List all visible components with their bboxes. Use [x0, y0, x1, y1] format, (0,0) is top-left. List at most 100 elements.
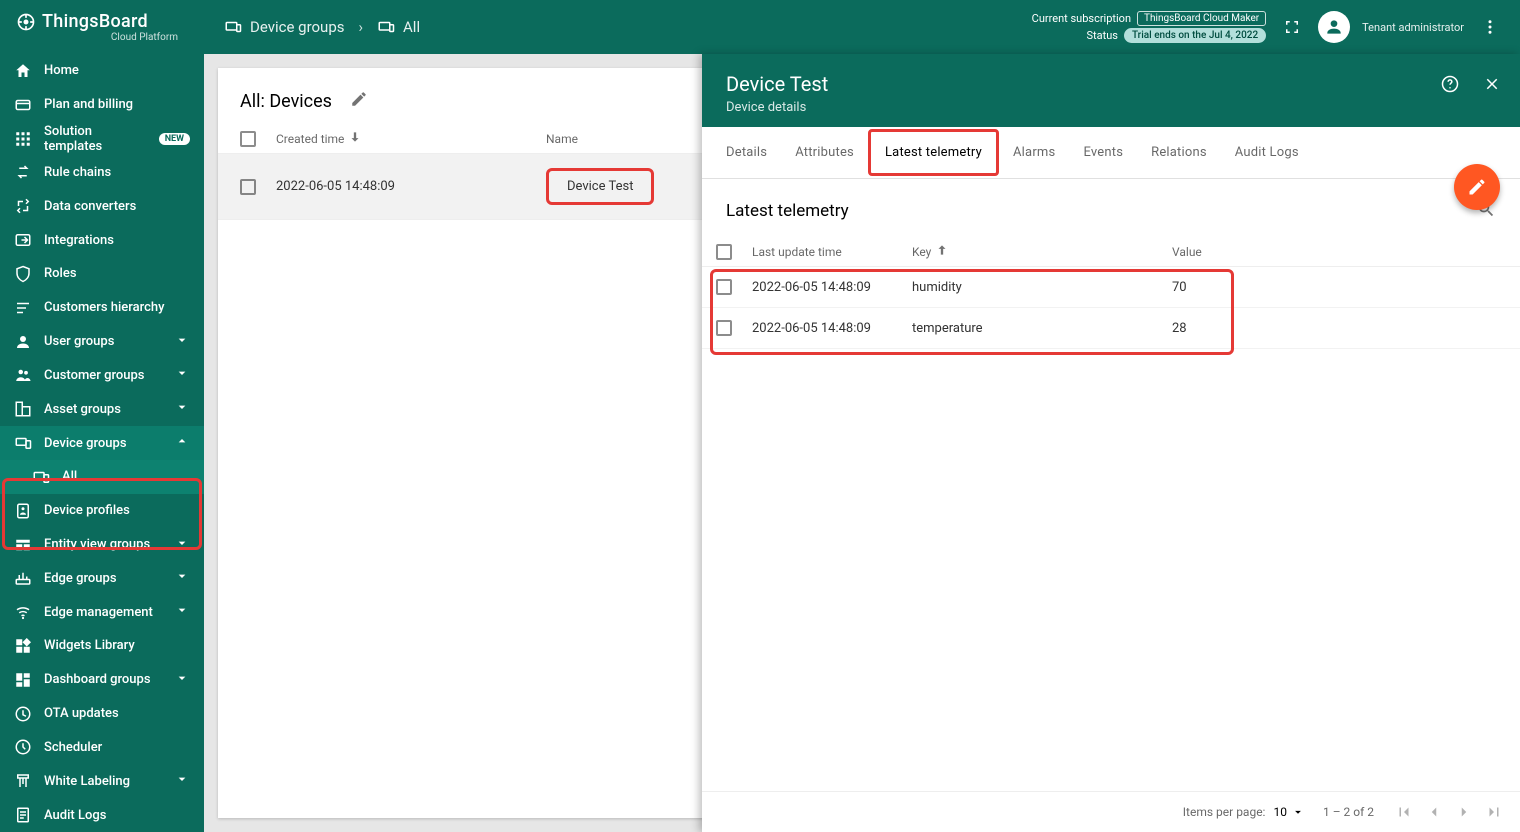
device-detail-panel: Device Test Device details DetailsAttrib… [702, 54, 1520, 832]
sidebar-item-audit-logs[interactable]: Audit Logs [0, 798, 204, 832]
devices-icon [32, 468, 50, 486]
avatar[interactable] [1318, 11, 1350, 43]
view-icon [14, 536, 32, 554]
tab-events[interactable]: Events [1069, 129, 1137, 176]
table-row[interactable]: 2022-06-05 14:48:09 humidity 70 [702, 267, 1520, 308]
sidebar-item-plan-and-billing[interactable]: Plan and billing [0, 88, 204, 122]
last-page-icon[interactable] [1482, 800, 1506, 824]
next-page-icon[interactable] [1452, 800, 1476, 824]
table-row[interactable]: 2022-06-05 14:48:09 temperature 28 [702, 308, 1520, 349]
tab-latest-telemetry[interactable]: Latest telemetry [868, 129, 999, 176]
dashboard-icon [14, 671, 32, 689]
breadcrumb-current[interactable]: All [377, 18, 420, 36]
chevron-down-icon [174, 670, 190, 690]
checkbox[interactable] [716, 279, 732, 295]
swap-icon [14, 163, 32, 181]
subscription-label: Current subscription [1032, 12, 1131, 25]
detail-subtitle: Device details [726, 100, 1496, 115]
topbar: ThingsBoard Cloud Platform Device groups… [0, 0, 1520, 54]
help-icon[interactable] [1436, 70, 1464, 98]
sidebar-item-asset-groups[interactable]: Asset groups [0, 392, 204, 426]
sidebar-item-edge-groups[interactable]: Edge groups [0, 561, 204, 595]
status-label: Status [1086, 29, 1117, 42]
sidebar-item-edge-management[interactable]: Edge management [0, 595, 204, 629]
fullscreen-icon[interactable] [1278, 13, 1306, 41]
sidebar-item-data-converters[interactable]: Data converters [0, 189, 204, 223]
chevron-down-icon [174, 771, 190, 791]
tab-alarms[interactable]: Alarms [999, 129, 1069, 176]
items-per-page-label: Items per page: [1183, 805, 1266, 819]
detail-tabs: DetailsAttributesLatest telemetryAlarmsE… [702, 127, 1520, 179]
page-size-select[interactable]: 10 [1273, 805, 1305, 820]
chevron-down-icon [174, 535, 190, 555]
first-page-icon[interactable] [1392, 800, 1416, 824]
more-icon[interactable] [1476, 13, 1504, 41]
arrow-up-icon [935, 243, 949, 260]
tab-audit-logs[interactable]: Audit Logs [1221, 129, 1313, 176]
detail-header: Device Test Device details [702, 54, 1520, 127]
devices-panel-title: All: Devices [240, 91, 332, 112]
devices-icon [14, 434, 32, 452]
sidebar-item-home[interactable]: Home [0, 54, 204, 88]
pencil-icon[interactable] [350, 90, 368, 112]
prev-page-icon[interactable] [1422, 800, 1446, 824]
paginator: Items per page: 10 1 – 2 of 2 [702, 791, 1520, 832]
telemetry-section: Latest telemetry Last update time Key Va… [702, 179, 1520, 832]
telemetry-title: Latest telemetry [726, 201, 849, 221]
audit-icon [14, 806, 32, 824]
chevron-down-icon [174, 568, 190, 588]
widgets-icon [14, 637, 32, 655]
breadcrumb-parent[interactable]: Device groups [224, 18, 345, 36]
checkbox-all[interactable] [716, 244, 732, 260]
telemetry-rows: 2022-06-05 14:48:09 humidity 70 2022-06-… [702, 267, 1520, 349]
sidebar-item-dashboard-groups[interactable]: Dashboard groups [0, 663, 204, 697]
subscription-plan-badge[interactable]: ThingsBoard Cloud Maker [1137, 11, 1266, 26]
sidebar-item-device-groups[interactable]: Device groups [0, 426, 204, 460]
chevron-right-icon: › [359, 18, 364, 36]
chevron-down-icon [174, 602, 190, 622]
convert-icon [14, 197, 32, 215]
edit-fab[interactable] [1454, 164, 1500, 210]
sidebar-item-scheduler[interactable]: Scheduler [0, 731, 204, 765]
sidebar-subitem-all[interactable]: All [0, 460, 204, 494]
card-icon [14, 96, 32, 114]
devices-icon [224, 18, 242, 36]
sidebar-item-customers-hierarchy[interactable]: Customers hierarchy [0, 291, 204, 325]
wifi-icon [14, 603, 32, 621]
tab-details[interactable]: Details [712, 129, 781, 176]
sidebar-item-device-profiles[interactable]: Device profiles [0, 494, 204, 528]
topbar-right: Current subscription ThingsBoard Cloud M… [1032, 11, 1504, 43]
sidebar-item-ota-updates[interactable]: OTA updates [0, 697, 204, 731]
sidebar-item-user-groups[interactable]: User groups [0, 325, 204, 359]
tab-relations[interactable]: Relations [1137, 129, 1221, 176]
tab-attributes[interactable]: Attributes [781, 129, 868, 176]
sidebar-item-white-labeling[interactable]: White Labeling [0, 764, 204, 798]
chevron-up-icon [174, 433, 190, 453]
sidebar-item-solution-templates[interactable]: Solution templatesNEW [0, 122, 204, 156]
ota-icon [14, 705, 32, 723]
sidebar-item-integrations[interactable]: Integrations [0, 223, 204, 257]
breadcrumb: Device groups › All [204, 18, 420, 36]
brand: ThingsBoard Cloud Platform [0, 11, 204, 43]
sidebar: HomePlan and billingSolution templatesNE… [0, 54, 204, 832]
checkbox[interactable] [240, 179, 256, 195]
sidebar-item-customer-groups[interactable]: Customer groups [0, 358, 204, 392]
detail-title: Device Test [726, 72, 1496, 96]
sidebar-item-roles[interactable]: Roles [0, 257, 204, 291]
sidebar-item-rule-chains[interactable]: Rule chains [0, 155, 204, 189]
close-icon[interactable] [1478, 70, 1506, 98]
home-icon [14, 62, 32, 80]
devices-icon [377, 18, 395, 36]
profile-icon [14, 502, 32, 520]
group-icon [14, 366, 32, 384]
checkbox-all[interactable] [240, 131, 256, 147]
sidebar-item-entity-view-groups[interactable]: Entity view groups [0, 528, 204, 562]
sidebar-item-widgets-library[interactable]: Widgets Library [0, 629, 204, 663]
new-badge: NEW [159, 133, 190, 145]
format-icon [14, 772, 32, 790]
brand-title: ThingsBoard [42, 11, 148, 32]
telemetry-table-header: Last update time Key Value [702, 237, 1520, 267]
checkbox[interactable] [716, 320, 732, 336]
brand-logo-icon [16, 12, 36, 32]
arrow-down-icon [348, 130, 362, 147]
